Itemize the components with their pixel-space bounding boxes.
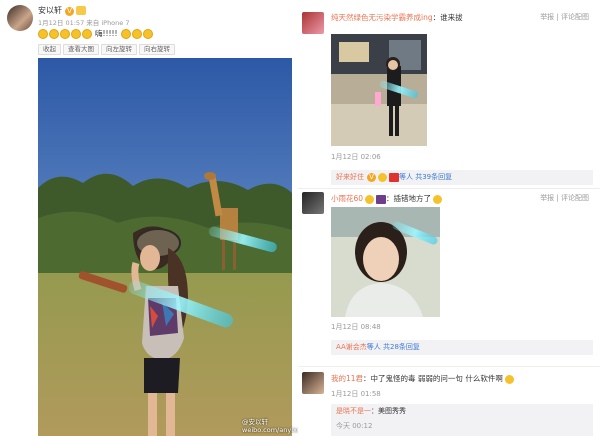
comment-time: 1月12日 08:48 — [331, 323, 381, 331]
smile-emoji-icon — [49, 28, 59, 39]
comment-item: 我的11君：中了鬼怪的毒 弱弱的问一句 什么软件啊 1月12日 01:58 是晓… — [301, 370, 597, 436]
author-avatar[interactable] — [7, 5, 33, 31]
author-name-row: 安以轩 V — [38, 5, 86, 16]
comment-item: 纯天然绿色无污染学霸养成ing：谁来拔 举报 | 评论配图 1月12日 02:0… — [301, 8, 597, 188]
rotate-left-button[interactable]: 向左旋转 — [101, 44, 137, 55]
comment-text: 纯天然绿色无污染学霸养成ing：谁来拔 — [331, 13, 463, 22]
smile-emoji-icon — [142, 28, 153, 39]
badge-icon — [376, 194, 387, 204]
smile-emoji-icon — [82, 28, 92, 39]
reply-user[interactable]: AA谢会杰 — [336, 343, 367, 351]
comment-time: 1月12日 02:06 — [331, 153, 381, 161]
view-large-button[interactable]: 查看大图 — [63, 44, 99, 55]
comment-time: 1月12日 01:58 — [331, 390, 381, 398]
rotate-right-button[interactable]: 向右旋转 — [139, 44, 175, 55]
comment-item: 小雨花60 ：插错地方了 举报 | 评论配图 1月12日 08:48 AA谢会杰等… — [301, 190, 597, 360]
sweat-emoji-icon — [504, 374, 514, 384]
comment-text: 我的11君：中了鬼怪的毒 弱弱的问一句 什么软件啊 — [331, 373, 514, 384]
comment-actions[interactable]: 举报 | 评论配图 — [540, 193, 589, 203]
reply-time: 今天 00:12 — [336, 422, 373, 430]
post-text-body: 嗨!!!!! — [95, 29, 118, 38]
reply-summary[interactable]: 好来好住 V 等人 共39条回复 — [331, 170, 593, 185]
comment-image[interactable] — [331, 34, 427, 146]
image-toolbar: 收起 查看大图 向左旋转 向右旋转 — [38, 44, 175, 55]
divider — [298, 188, 600, 189]
reply-count[interactable]: 等人 共28条回复 — [367, 343, 420, 351]
comment-text: 小雨花60 ：插错地方了 — [331, 193, 443, 204]
smile-emoji-icon — [60, 28, 70, 39]
laugh-emoji-icon — [433, 194, 443, 204]
commenter-name[interactable]: 小雨花60 — [331, 194, 363, 203]
verified-badge-icon: V — [367, 173, 376, 182]
savanna-photo-image — [38, 58, 292, 436]
comments-panel: 纯天然绿色无污染学霸养成ing：谁来拔 举报 | 评论配图 1月12日 02:0… — [298, 0, 600, 436]
post-photo[interactable] — [38, 58, 292, 436]
comment-image[interactable] — [331, 207, 440, 317]
weibo-post-panel: 安以轩 V 1月12日 01:57 来自 iPhone 7 嗨!!!!! 收起 查… — [0, 0, 309, 436]
vip-crown-icon — [76, 6, 86, 15]
commenter-avatar[interactable] — [302, 12, 324, 34]
smile-emoji-icon — [378, 172, 387, 182]
commenter-name[interactable]: 纯天然绿色无污染学霸养成ing — [331, 13, 433, 22]
commenter-avatar[interactable] — [302, 192, 324, 214]
post-text: 嗨!!!!! — [38, 28, 153, 39]
collapse-button[interactable]: 收起 — [38, 44, 61, 55]
reply-item: 是晓不是一：美图秀秀 今天 00:12 — [331, 404, 593, 436]
verified-badge-icon: V — [65, 7, 74, 16]
selfie-photo-image — [331, 207, 440, 317]
smile-emoji-icon — [365, 194, 375, 204]
divider — [298, 366, 600, 367]
reply-summary[interactable]: AA谢会杰等人 共28条回复 — [331, 340, 593, 355]
reply-user[interactable]: 是晓不是一 — [336, 407, 371, 415]
comment-actions[interactable]: 举报 | 评论配图 — [540, 12, 589, 22]
reply-text: ：美图秀秀 — [371, 407, 406, 415]
red-envelope-icon — [389, 172, 399, 182]
commenter-avatar[interactable] — [302, 372, 324, 394]
smile-emoji-icon — [71, 28, 81, 39]
reply-user[interactable]: 好来好住 — [336, 173, 364, 181]
post-meta: 1月12日 01:57 来自 iPhone 7 — [38, 19, 130, 27]
reply-count[interactable]: 等人 共39条回复 — [399, 173, 452, 181]
smile-emoji-icon — [38, 28, 48, 39]
commenter-name[interactable]: 我的11君 — [331, 374, 363, 383]
smile-emoji-icon — [131, 28, 142, 39]
airport-photo-image — [331, 34, 427, 146]
author-name[interactable]: 安以轩 — [38, 6, 62, 15]
smile-emoji-icon — [120, 28, 131, 39]
